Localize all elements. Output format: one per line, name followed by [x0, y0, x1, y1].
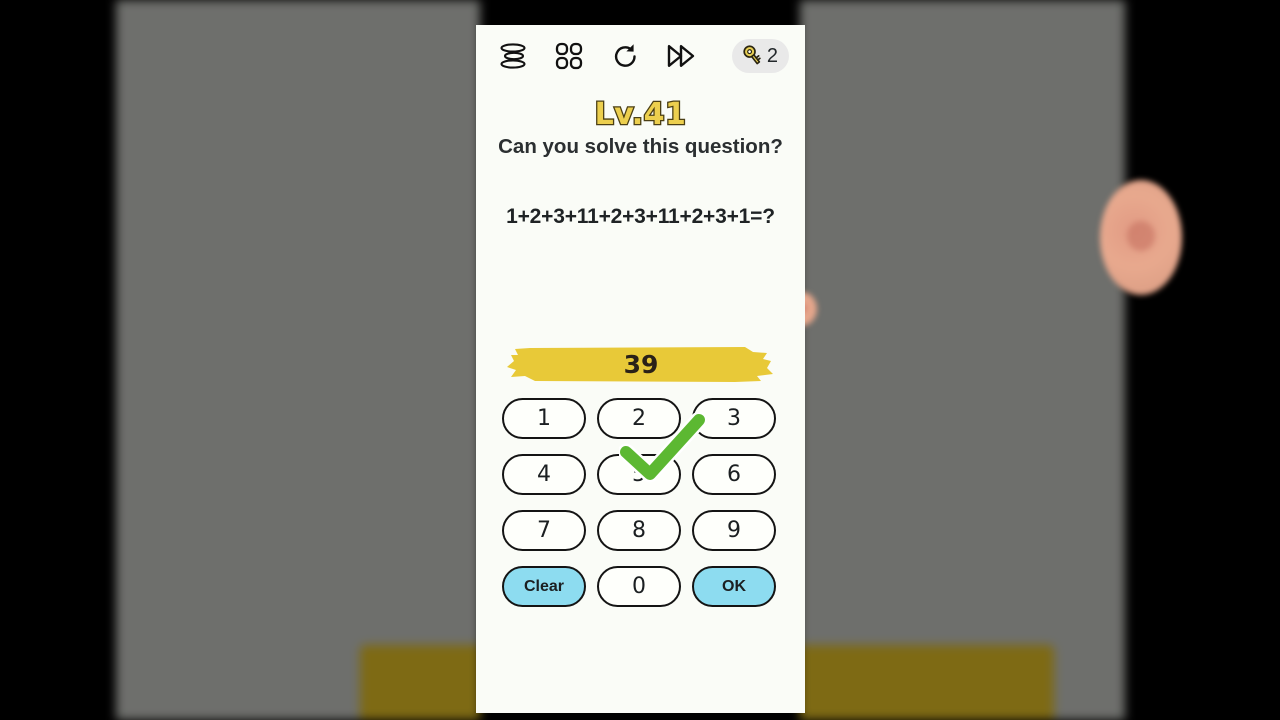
equation-text: 1+2+3+11+2+3+11+2+3+1=?	[506, 205, 775, 228]
background-fingernail	[1127, 221, 1155, 252]
key-9[interactable]: 9	[692, 510, 776, 551]
top-toolbar: 2	[476, 25, 805, 87]
answer-field[interactable]: 39	[505, 343, 777, 385]
background-zoomed-copy-right: 3 6 9	[800, 0, 1125, 720]
background-answer-banner	[800, 645, 1054, 720]
menu-icon-glyph	[500, 43, 526, 69]
screenshot-stage: 1 4 7 3 6 9	[0, 0, 1280, 720]
key-7[interactable]: 7	[502, 510, 586, 551]
phone-screen: 2 Lv.41 Can you solve this question? 1+2…	[476, 25, 805, 713]
question-prompt: Can you solve this question?	[498, 135, 783, 158]
answer-value: 39	[623, 349, 659, 379]
key-1[interactable]: 1	[502, 398, 586, 439]
key-count-label: 2	[766, 45, 778, 67]
key-3[interactable]: 3	[692, 398, 776, 439]
grid-icon[interactable]	[546, 33, 592, 79]
background-blur-right: 3 6 9	[800, 0, 1125, 720]
key-2[interactable]: 2	[597, 398, 681, 439]
fast-forward-icon[interactable]	[658, 33, 704, 79]
background-finger-blob	[1100, 180, 1182, 295]
menu-icon[interactable]	[490, 33, 536, 79]
key-8[interactable]: 8	[597, 510, 681, 551]
key-5[interactable]: 5	[597, 454, 681, 495]
background-answer-banner	[360, 645, 480, 720]
key-counter[interactable]: 2	[731, 39, 789, 73]
refresh-icon[interactable]	[602, 33, 648, 79]
page-title: Lv.41	[593, 96, 687, 134]
ok-button[interactable]: OK	[692, 566, 776, 607]
background-zoomed-copy-left: 1 4 7	[220, 0, 480, 720]
refresh-icon-glyph	[614, 43, 636, 67]
background-blur-left: 1 4 7	[116, 0, 480, 720]
clear-button[interactable]: Clear	[502, 566, 586, 607]
key-4[interactable]: 4	[502, 454, 586, 495]
fast-forward-icon-glyph	[667, 45, 694, 67]
key-0[interactable]: 0	[597, 566, 681, 607]
key-6[interactable]: 6	[692, 454, 776, 495]
grid-icon-glyph	[555, 42, 583, 70]
number-keypad: 1 2 3 4 5 6 7 8 9 Clear 0 OK	[502, 398, 780, 607]
key-icon	[743, 45, 761, 65]
